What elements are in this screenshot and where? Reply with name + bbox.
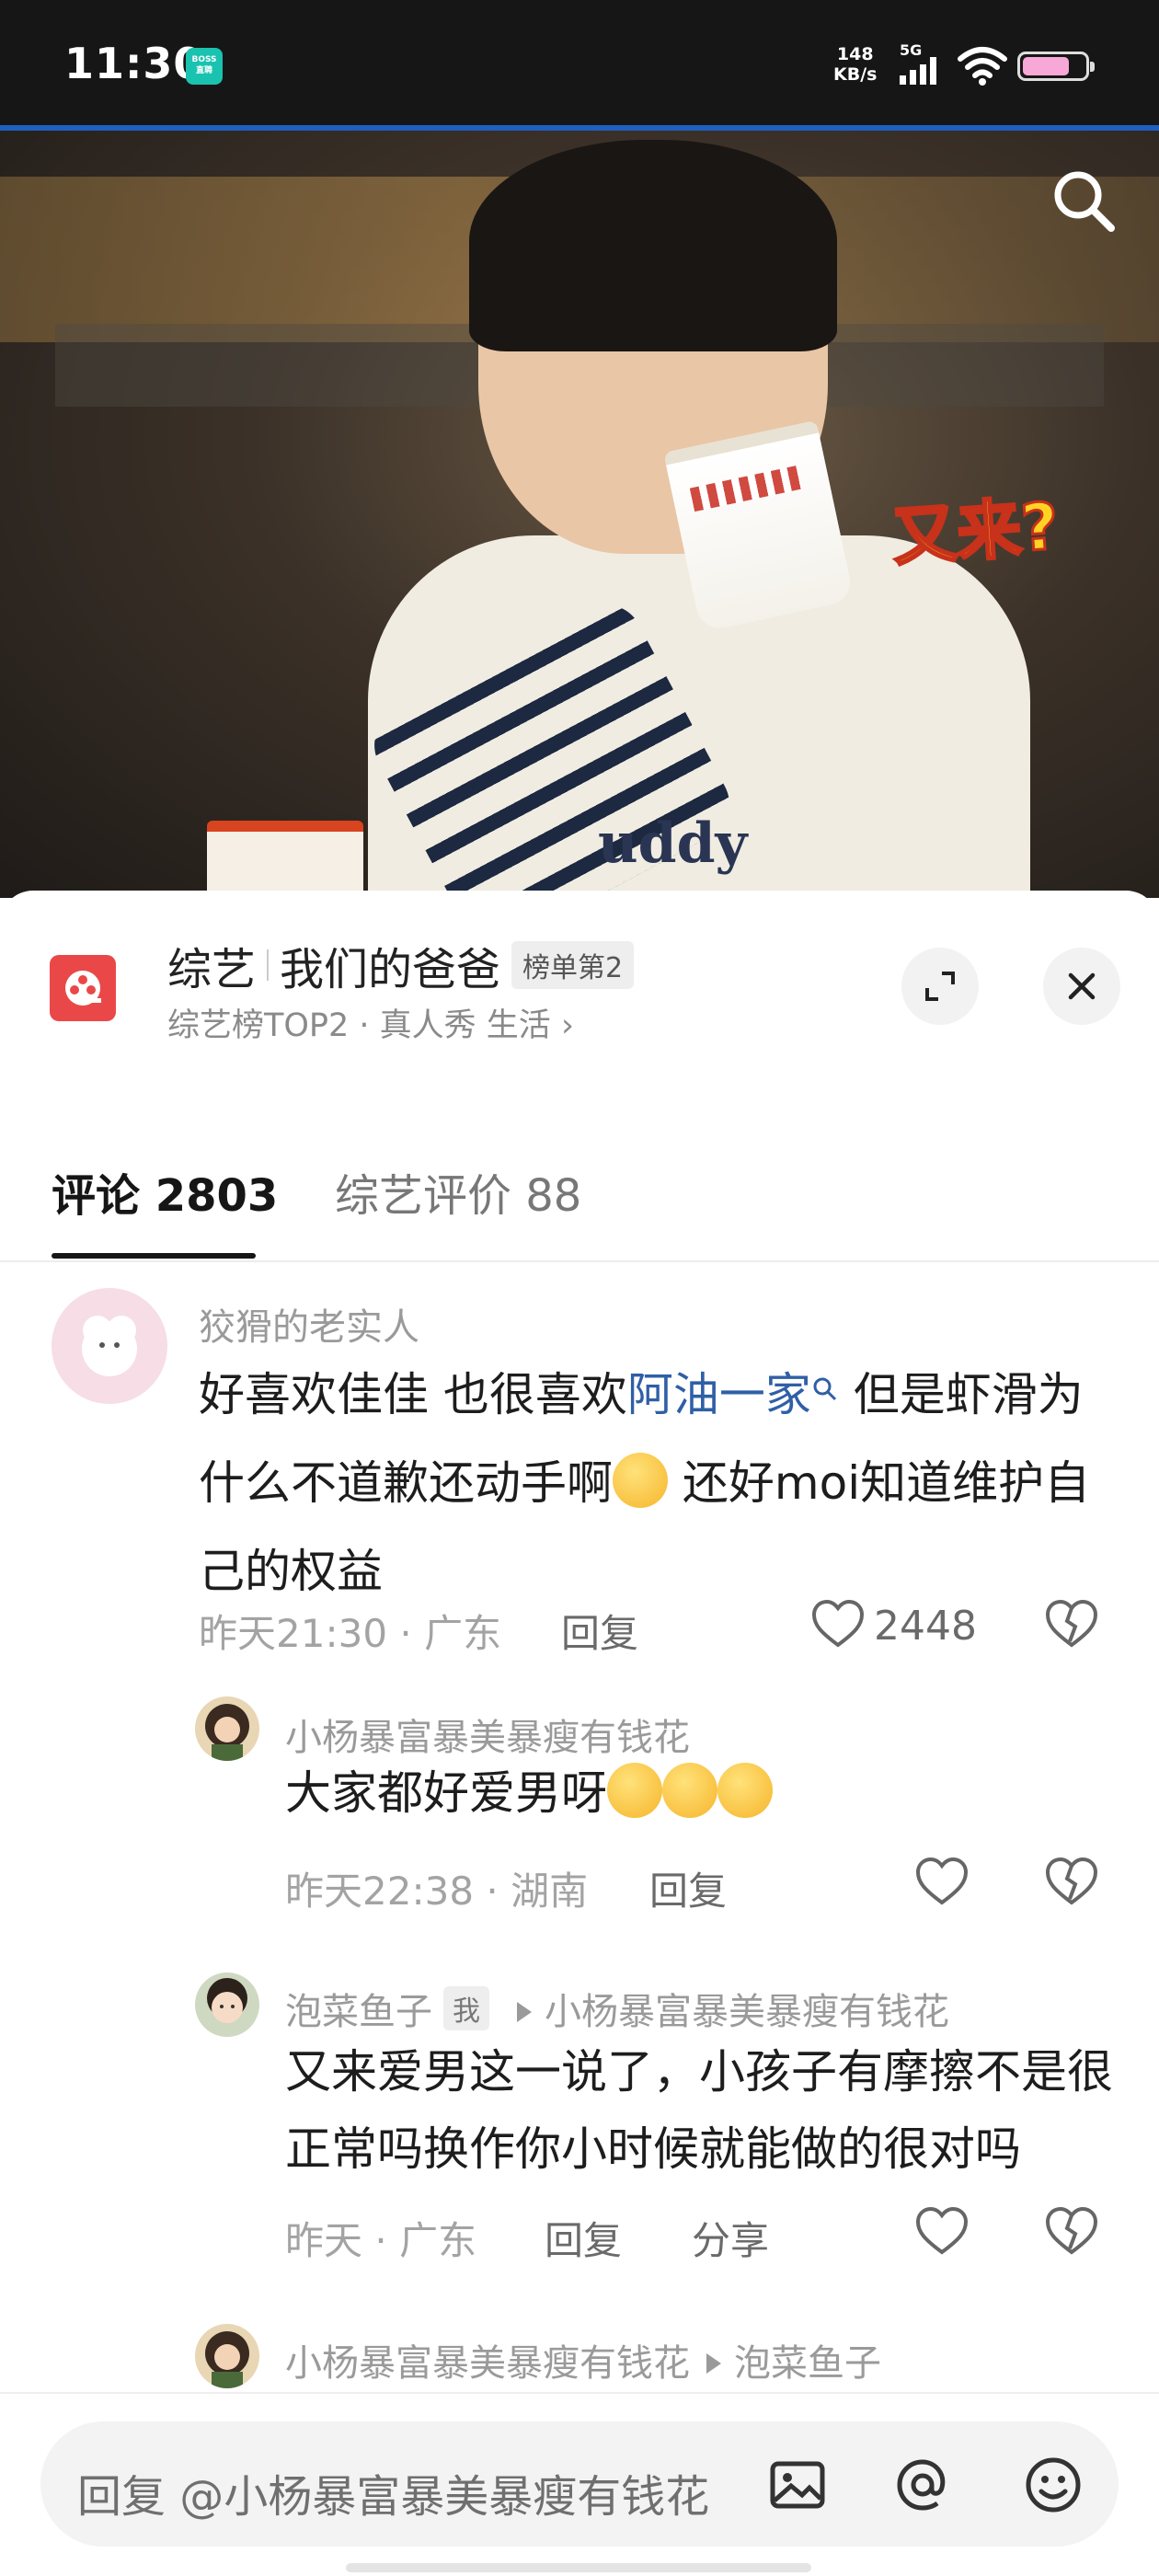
like-heart-icon[interactable] bbox=[915, 1857, 969, 1906]
show-name: 我们的爸爸 bbox=[280, 944, 501, 995]
battery-icon bbox=[1017, 52, 1095, 81]
comment-meta: 昨天21:30 · 广东 bbox=[199, 1611, 502, 1656]
dislike-heart-icon[interactable] bbox=[1045, 1857, 1098, 1906]
comment-text: 又来爱男这一说了，小孩子有摩擦不是很正常吗换作你小时候就能做的很对吗 bbox=[285, 2045, 1113, 2176]
comment-meta: 昨天22:38 · 湖南 bbox=[285, 1869, 589, 1914]
me-badge: 我 bbox=[443, 1986, 489, 2030]
dislike-heart-icon[interactable] bbox=[1045, 2206, 1098, 2256]
search-small-icon bbox=[813, 1377, 836, 1401]
avatar[interactable] bbox=[195, 1696, 259, 1761]
chevron-right-icon: › bbox=[560, 1007, 574, 1044]
emoji-picker-icon[interactable] bbox=[1023, 2455, 1084, 2515]
tab-ratings[interactable]: 综艺评价 88 bbox=[335, 1159, 581, 1224]
reply-input-bar: 回复 @小杨暴富暴美暴瘦有钱花 bbox=[0, 2392, 1159, 2576]
like-heart-icon[interactable] bbox=[915, 2206, 969, 2256]
close-button[interactable] bbox=[1043, 948, 1120, 1025]
comment-username[interactable]: 小杨暴富暴美暴瘦有钱花 bbox=[285, 1708, 690, 1761]
comment-meta: 昨天 · 广东 bbox=[285, 2218, 477, 2263]
show-subtitle[interactable]: 综艺榜TOP2 · 真人秀 生活 › bbox=[167, 999, 574, 1046]
emoji-icon bbox=[662, 1763, 717, 1818]
status-bar: 11:30 BOSS 直聘 148 KB/s 5G bbox=[0, 0, 1159, 125]
reply-arrow-icon bbox=[517, 2002, 532, 2022]
show-title[interactable]: 综艺 我们的爸爸 榜单第2 bbox=[167, 933, 635, 997]
like-heart-icon[interactable] bbox=[811, 1599, 865, 1649]
wifi-icon bbox=[958, 47, 1007, 86]
active-tab-indicator bbox=[52, 1253, 256, 1259]
comment-text: 好喜欢佳佳 也很喜欢阿油一家 但是虾滑为什么不道歉还动手啊 还好moi知道维护自… bbox=[199, 1368, 1091, 1598]
reply-input[interactable]: 回复 @小杨暴富暴美暴瘦有钱花 bbox=[40, 2421, 1119, 2547]
share-button[interactable]: 分享 bbox=[692, 2210, 769, 2266]
expand-icon bbox=[925, 972, 955, 1001]
variety-show-icon[interactable] bbox=[50, 955, 116, 1021]
emoji-icon bbox=[717, 1763, 773, 1818]
expand-button[interactable] bbox=[901, 948, 979, 1025]
video-player[interactable]: uddy 又来? bbox=[0, 125, 1159, 898]
signal-icon: 5G bbox=[900, 41, 936, 85]
reply-button[interactable]: 回复 bbox=[561, 1603, 638, 1659]
reply-arrow-icon bbox=[706, 2353, 721, 2374]
tab-comments[interactable]: 评论 2803 bbox=[52, 1159, 278, 1224]
reply-button[interactable]: 回复 bbox=[649, 1860, 727, 1916]
status-time: 11:30 bbox=[64, 39, 204, 88]
video-overlay-caption: 又来? bbox=[889, 487, 1062, 576]
avatar[interactable] bbox=[195, 2324, 259, 2388]
emoji-icon bbox=[613, 1453, 668, 1508]
comment-username[interactable]: 狡猾的老实人 bbox=[199, 1297, 419, 1351]
network-speed: 148 KB/s bbox=[833, 44, 878, 85]
comment-username: 泡菜鱼子我小杨暴富暴美暴瘦有钱花 bbox=[285, 1982, 949, 2035]
boss-app-icon: BOSS 直聘 bbox=[186, 48, 223, 85]
shirt-text: uddy bbox=[598, 811, 748, 876]
at-mention-icon[interactable] bbox=[892, 2455, 953, 2515]
like-count: 2448 bbox=[874, 1603, 977, 1650]
show-category: 综艺 bbox=[167, 944, 257, 995]
home-indicator[interactable] bbox=[346, 2563, 811, 2572]
avatar[interactable] bbox=[52, 1288, 167, 1404]
rank-badge: 榜单第2 bbox=[511, 941, 635, 989]
topic-link[interactable]: 阿油一家 bbox=[627, 1368, 839, 1421]
tab-bar: 评论 2803 综艺评价 88 bbox=[0, 1095, 1159, 1262]
reply-button[interactable]: 回复 bbox=[545, 2210, 622, 2266]
dislike-heart-icon[interactable] bbox=[1045, 1599, 1098, 1649]
comment-username: 小杨暴富暴美暴瘦有钱花 泡菜鱼子 bbox=[285, 2342, 881, 2385]
comment-text: 大家都好爱男呀 bbox=[285, 1763, 1095, 1821]
close-icon bbox=[1068, 972, 1096, 1000]
search-icon[interactable] bbox=[1047, 164, 1120, 237]
reply-input-placeholder[interactable]: 回复 @小杨暴富暴美暴瘦有钱花 bbox=[77, 2460, 740, 2524]
avatar[interactable] bbox=[195, 1972, 259, 2037]
image-icon[interactable] bbox=[767, 2455, 828, 2515]
svg-text:5G: 5G bbox=[900, 41, 922, 59]
emoji-icon bbox=[607, 1763, 662, 1818]
